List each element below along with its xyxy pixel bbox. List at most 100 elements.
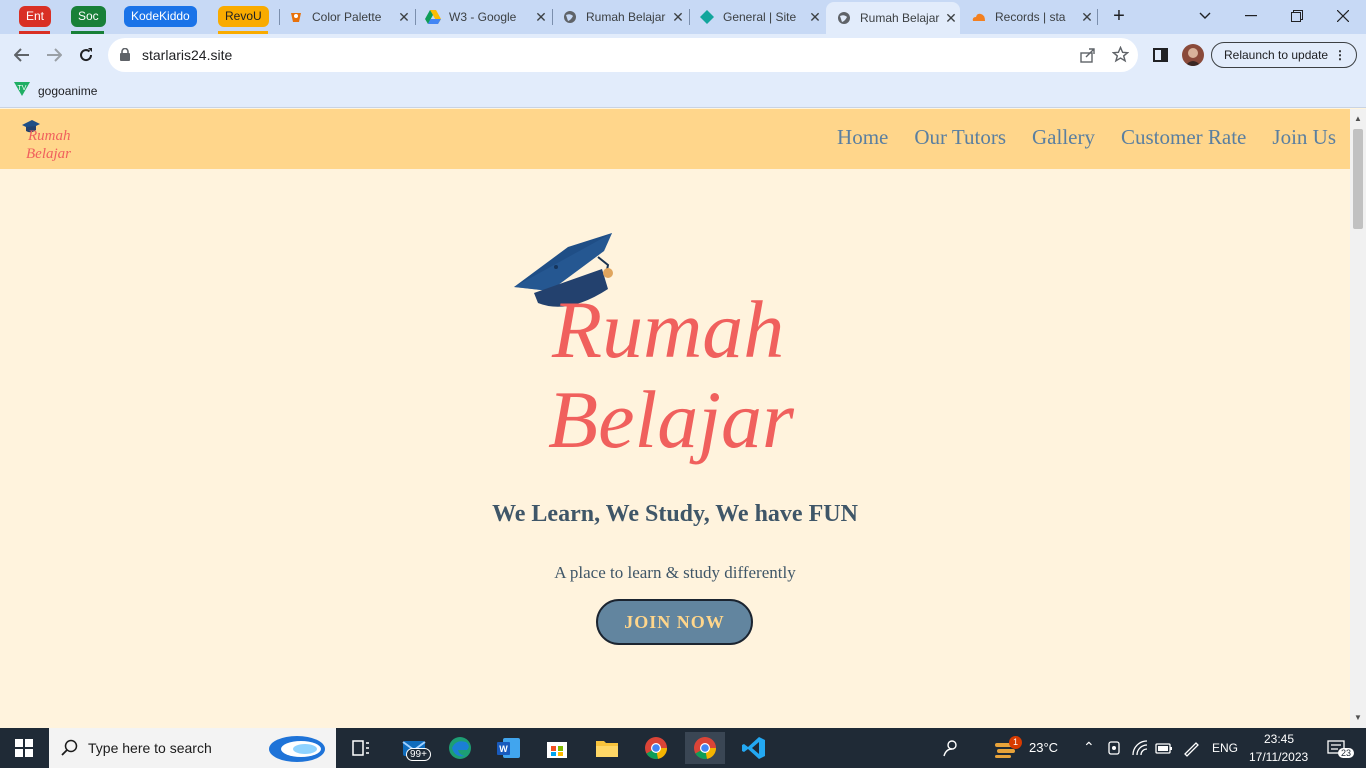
- hero-logo: Rumah Belajar: [508, 229, 838, 489]
- tab-search-button[interactable]: [1182, 0, 1228, 32]
- back-button[interactable]: [7, 40, 37, 70]
- tab-group-soc[interactable]: Soc: [71, 6, 106, 27]
- task-view-icon: [352, 740, 369, 756]
- globe-icon: [562, 9, 578, 25]
- tab-rumah-belajar[interactable]: Rumah Belajar ✕: [562, 2, 687, 32]
- relaunch-button[interactable]: Relaunch to update ⋮: [1211, 42, 1357, 68]
- minimize-button[interactable]: [1228, 0, 1274, 32]
- notifications-button[interactable]: 23: [1316, 732, 1356, 764]
- close-icon[interactable]: ✕: [669, 9, 687, 26]
- svg-text:W: W: [499, 744, 508, 754]
- vscode-app[interactable]: [734, 732, 774, 764]
- tab-google-drive[interactable]: W3 - Google ✕: [425, 2, 550, 32]
- wifi-icon[interactable]: [1132, 740, 1148, 761]
- forward-button[interactable]: [39, 40, 69, 70]
- page-scrollbar[interactable]: ▲ ▼: [1350, 109, 1366, 728]
- nav-link-join-us[interactable]: Join Us: [1272, 125, 1336, 150]
- nav-link-home[interactable]: Home: [837, 125, 888, 150]
- taskbar-search[interactable]: Type here to search: [49, 728, 336, 768]
- site-diamond-icon: [699, 9, 715, 25]
- tab-group-revou[interactable]: RevoU: [218, 6, 269, 27]
- close-icon[interactable]: ✕: [806, 9, 824, 26]
- folder-icon: [596, 741, 618, 757]
- scrollbar-thumb[interactable]: [1353, 129, 1363, 229]
- close-window-button[interactable]: [1320, 0, 1366, 32]
- hero-logo-rumah: Rumah: [551, 284, 784, 375]
- chrome-icon: [645, 737, 668, 760]
- windows-taskbar: Type here to search 99+ W 1 23°C ⌃ ENG 2…: [0, 728, 1366, 768]
- edge-icon: [449, 737, 471, 759]
- hero-logo-belajar: Belajar: [548, 374, 795, 465]
- battery-icon[interactable]: [1155, 741, 1173, 759]
- reload-icon: [80, 48, 93, 62]
- close-icon[interactable]: ✕: [395, 9, 413, 26]
- svg-text:TV: TV: [18, 85, 27, 92]
- join-now-button[interactable]: JOIN NOW: [596, 599, 753, 645]
- people-button[interactable]: [931, 732, 971, 764]
- tab-general-site[interactable]: General | Site ✕: [699, 2, 824, 32]
- side-panel-icon[interactable]: [1153, 48, 1168, 67]
- chevron-up-icon[interactable]: ⌃: [1083, 739, 1095, 756]
- tab-title: General | Site: [723, 10, 797, 24]
- color-palette-icon: [288, 9, 304, 25]
- site-logo[interactable]: Rumah Belajar: [22, 115, 82, 165]
- chrome-app[interactable]: [636, 732, 676, 764]
- star-icon[interactable]: [1111, 45, 1130, 68]
- clock-time[interactable]: 23:45: [1264, 732, 1294, 746]
- search-highlight-icon: [267, 735, 327, 768]
- tab-records[interactable]: Records | sta ✕: [971, 2, 1096, 32]
- search-placeholder: Type here to search: [88, 740, 212, 756]
- nav-link-our-tutors[interactable]: Our Tutors: [914, 125, 1006, 150]
- cloudflare-icon: [971, 9, 987, 25]
- edge-app[interactable]: [440, 732, 480, 764]
- hero-subtitle: A place to learn & study differently: [554, 563, 796, 582]
- close-icon[interactable]: ✕: [532, 9, 550, 26]
- nav-link-gallery[interactable]: Gallery: [1032, 125, 1095, 150]
- chevron-down-icon: [1199, 12, 1211, 19]
- temperature[interactable]: 23°C: [1029, 740, 1058, 755]
- tab-group-kodekiddo[interactable]: KodeKiddo: [124, 6, 197, 27]
- tab-title: Records | sta: [995, 10, 1066, 24]
- globe-icon: [836, 10, 852, 26]
- reload-button[interactable]: [71, 40, 101, 70]
- share-icon[interactable]: [1080, 47, 1096, 68]
- close-icon[interactable]: ✕: [1078, 9, 1096, 26]
- close-icon[interactable]: ✕: [942, 10, 960, 27]
- clock-date[interactable]: 17/11/2023: [1249, 750, 1308, 764]
- word-app[interactable]: W: [489, 732, 529, 764]
- restore-button[interactable]: [1274, 0, 1320, 32]
- vscode-icon: [742, 737, 765, 759]
- address-bar[interactable]: starlaris24.site: [108, 38, 1138, 72]
- logo-word-rumah: Rumah: [27, 128, 71, 144]
- tab-group-ent[interactable]: Ent: [19, 6, 52, 27]
- nav-link-customer-rate[interactable]: Customer Rate: [1121, 125, 1246, 150]
- close-icon: [1337, 10, 1349, 22]
- weather-widget[interactable]: 1: [990, 732, 1022, 764]
- meet-now-icon[interactable]: [1108, 740, 1122, 761]
- word-icon: W: [497, 738, 520, 758]
- mail-app[interactable]: 99+: [395, 732, 435, 764]
- file-explorer-app[interactable]: [587, 732, 627, 764]
- scroll-up-icon[interactable]: ▲: [1354, 114, 1362, 123]
- tab-rumah-belajar-active[interactable]: Rumah Belajar ✕: [826, 2, 960, 34]
- language-indicator[interactable]: ENG: [1212, 741, 1238, 755]
- tab-title: Rumah Belajar: [586, 10, 666, 24]
- task-view-button[interactable]: [341, 732, 381, 764]
- store-icon: [547, 742, 567, 758]
- logo-word-belajar: Belajar: [26, 146, 71, 162]
- pen-icon[interactable]: [1182, 739, 1200, 762]
- chrome-profile-app[interactable]: [685, 732, 725, 764]
- google-drive-icon: [425, 9, 441, 25]
- tab-title: Rumah Belajar: [860, 11, 940, 25]
- scroll-down-icon[interactable]: ▼: [1354, 713, 1362, 722]
- start-button[interactable]: [4, 732, 44, 764]
- tab-separator: [279, 9, 280, 25]
- weather-badge: 1: [1009, 736, 1022, 749]
- windows-logo-icon: [15, 739, 33, 757]
- bookmark-gogoanime[interactable]: TV gogoanime: [14, 82, 97, 99]
- tab-color-palette[interactable]: Color Palette ✕: [288, 2, 413, 32]
- store-app[interactable]: [537, 732, 577, 764]
- new-tab-button[interactable]: +: [1096, 0, 1142, 32]
- people-icon: [943, 740, 957, 757]
- avatar[interactable]: [1182, 44, 1204, 66]
